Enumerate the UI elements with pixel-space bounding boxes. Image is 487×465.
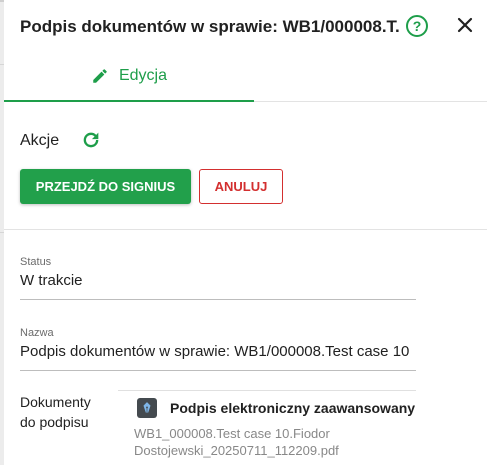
status-field: Status W trakcie <box>20 256 416 300</box>
side-panel: Podpis dokumentów w sprawie: WB1/000008.… <box>4 0 487 465</box>
refresh-icon[interactable] <box>80 129 102 151</box>
document-file-name[interactable]: WB1_000008.Test case 10.Fiodor Dostojews… <box>134 425 414 459</box>
name-field: Nazwa Podpis dokumentów w sprawie: WB1/0… <box>20 327 416 371</box>
help-icon[interactable]: ? <box>406 15 428 37</box>
name-value: Podpis dokumentów w sprawie: WB1/000008.… <box>20 343 410 360</box>
tab-edycja[interactable]: Edycja <box>4 50 254 102</box>
actions-label: Akcje <box>20 132 60 149</box>
document-signature-type: Podpis elektroniczny zaawansowany <box>170 400 416 416</box>
go-to-signius-button[interactable]: PRZEJDŹ DO SIGNIUS <box>20 169 191 204</box>
tab-label: Edycja <box>118 67 168 84</box>
tab-bar: Edycja <box>4 50 487 102</box>
status-value: W trakcie <box>20 272 83 289</box>
close-icon[interactable] <box>455 15 475 35</box>
cancel-button[interactable]: ANULUJ <box>199 169 283 204</box>
actions-section: Akcje PRZEJDŹ DO SIGNIUS ANULUJ <box>4 103 487 230</box>
panel-title: Podpis dokumentów w sprawie: WB1/000008.… <box>20 17 400 36</box>
panel-header: Podpis dokumentów w sprawie: WB1/000008.… <box>4 0 487 50</box>
active-tab-indicator <box>4 100 254 102</box>
document-list-item[interactable]: Podpis elektroniczny zaawansowany WB1_00… <box>118 390 416 462</box>
status-label: Status <box>20 256 52 268</box>
pencil-icon <box>93 69 107 83</box>
documents-label: Dokumenty do podpisu <box>20 394 91 430</box>
fountain-pen-icon <box>137 398 157 418</box>
name-label: Nazwa <box>20 327 54 339</box>
